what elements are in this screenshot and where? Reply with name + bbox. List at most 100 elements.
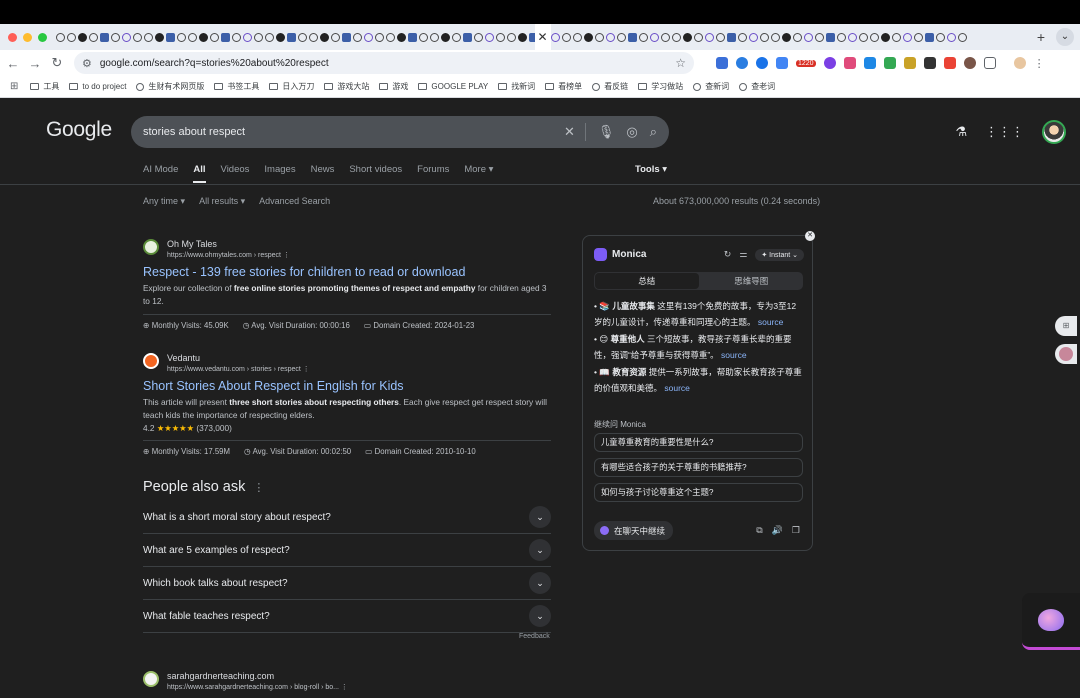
tab-favicon-icon[interactable]: [683, 32, 692, 42]
lens-icon[interactable]: ◎: [626, 124, 637, 140]
account-avatar[interactable]: [1042, 120, 1066, 144]
new-tab-button[interactable]: +: [1030, 29, 1052, 45]
speaker-icon[interactable]: 🔊: [772, 525, 783, 536]
more-options-icon[interactable]: ⋮: [253, 482, 264, 494]
tab-favicon-icon[interactable]: [848, 32, 857, 42]
feedback-link[interactable]: Feedback: [519, 633, 550, 640]
tab-favicon-icon[interactable]: [650, 32, 659, 42]
tab-favicon-icon[interactable]: [121, 32, 131, 42]
tab-favicon-icon[interactable]: [385, 32, 395, 42]
tab-favicon-icon[interactable]: [418, 32, 428, 42]
tab-favicon-icon[interactable]: [694, 32, 703, 42]
follow-up-question[interactable]: 有哪些适合孩子的关于尊重的书籍推荐?: [594, 458, 803, 477]
tab-favicon-icon[interactable]: [220, 32, 230, 42]
clear-search-icon[interactable]: ✕: [564, 124, 575, 140]
result-site[interactable]: Oh My Tales https://www.ohmytales.com › …: [143, 239, 553, 261]
extension-icon[interactable]: [943, 57, 956, 69]
result-title-link[interactable]: Short Stories About Respect in English f…: [143, 379, 553, 393]
tab-favicon-icon[interactable]: [716, 32, 725, 42]
tab-favicon-icon[interactable]: [286, 32, 296, 42]
tab-favicon-icon[interactable]: [639, 32, 648, 42]
tab-favicon-icon[interactable]: [925, 32, 934, 42]
tab-images[interactable]: Images: [264, 164, 295, 175]
tab-favicon-icon[interactable]: [705, 32, 714, 42]
tab-favicon-icon[interactable]: [407, 32, 417, 42]
tab-favicon-icon[interactable]: [88, 32, 98, 42]
tab-favicon-icon[interactable]: [132, 32, 142, 42]
tab-search-button[interactable]: ⌄: [1056, 28, 1074, 46]
tab-favicon-icon[interactable]: [462, 32, 472, 42]
paa-question[interactable]: What is a short moral story about respec…: [143, 501, 551, 534]
chevron-down-icon[interactable]: ⌄: [529, 506, 551, 528]
extension-icon[interactable]: [923, 57, 936, 69]
tab-favicon-icon[interactable]: [66, 32, 76, 42]
extension-icon[interactable]: [843, 57, 856, 69]
bookmark-star-icon[interactable]: ☆: [675, 56, 686, 70]
tab-favicon-icon[interactable]: [484, 32, 494, 42]
site-info-icon[interactable]: ⚙: [82, 57, 92, 70]
reload-button[interactable]: ↻: [46, 55, 68, 71]
tab-favicon-icon[interactable]: [892, 32, 901, 42]
export-icon[interactable]: ⧉: [756, 525, 762, 536]
tab-favicon-icon[interactable]: [749, 32, 758, 42]
tab-favicon-icon[interactable]: [606, 32, 615, 42]
tab-favicon-icon[interactable]: [727, 32, 736, 42]
follow-up-question[interactable]: 如何与孩子讨论尊重这个主题?: [594, 483, 803, 502]
tab-favicon-icon[interactable]: [617, 32, 626, 42]
tab-favicon-icon[interactable]: [264, 32, 274, 42]
tab-short-videos[interactable]: Short videos: [349, 164, 402, 175]
grammarly-extension-icon[interactable]: [756, 57, 768, 69]
extension-icon[interactable]: [963, 57, 976, 69]
tab-favicon-icon[interactable]: [77, 32, 87, 42]
tab-favicon-icon[interactable]: [815, 32, 824, 42]
more-options-icon[interactable]: ⋮: [303, 366, 310, 373]
tab-favicon-icon[interactable]: [837, 32, 846, 42]
tab-favicon-icon[interactable]: [936, 32, 945, 42]
microphone-icon[interactable]: 🎙: [598, 124, 615, 140]
tab-favicon-icon[interactable]: [826, 32, 835, 42]
tab-favicon-icon[interactable]: [793, 32, 802, 42]
pinned-tabs-right[interactable]: [551, 24, 1031, 50]
tab-favicon-icon[interactable]: [914, 32, 923, 42]
url-text[interactable]: google.com/search?q=stories%20about%20re…: [100, 58, 675, 69]
tab-favicon-icon[interactable]: [429, 32, 439, 42]
tab-favicon-icon[interactable]: [319, 32, 329, 42]
labs-flask-icon[interactable]: ⚗: [955, 124, 967, 140]
tab-favicon-icon[interactable]: [738, 32, 747, 42]
bookmark-folder[interactable]: to do project: [69, 82, 126, 91]
monica-extension-icon[interactable]: [823, 57, 836, 69]
tab-news[interactable]: News: [311, 164, 335, 175]
tab-ai-mode[interactable]: AI Mode: [143, 164, 178, 175]
follow-up-question[interactable]: 儿童尊重教育的重要性是什么?: [594, 433, 803, 452]
tab-all[interactable]: All: [193, 164, 206, 183]
more-options-icon[interactable]: ⋮: [283, 252, 290, 259]
tab-summary[interactable]: 总结: [595, 273, 699, 289]
bookmark-folder[interactable]: GOOGLE PLAY: [418, 82, 488, 91]
tab-favicon-icon[interactable]: [363, 32, 373, 42]
close-tab-icon[interactable]: ✕: [537, 30, 547, 44]
extension-icon[interactable]: [903, 57, 916, 69]
apps-grid-icon[interactable]: ⊞: [10, 81, 18, 92]
extension-icon[interactable]: [883, 57, 896, 69]
tab-favicon-icon[interactable]: [440, 32, 450, 42]
tab-favicon-icon[interactable]: [209, 32, 219, 42]
tab-favicon-icon[interactable]: [661, 32, 670, 42]
close-window-button[interactable]: [8, 32, 17, 42]
results-filter[interactable]: All results ▾: [199, 196, 245, 207]
cloud-extension-icon[interactable]: [736, 57, 748, 69]
browser-menu-icon[interactable]: ⋮: [1034, 57, 1045, 70]
tools-button[interactable]: Tools ▾: [635, 164, 667, 175]
settings-sliders-icon[interactable]: ⚌: [739, 249, 747, 260]
bookmark-folder[interactable]: 工具: [30, 81, 59, 92]
paa-question[interactable]: What fable teaches respect? ⌄: [143, 600, 551, 633]
bookmark-folder[interactable]: 找新词: [498, 81, 535, 92]
tab-favicon-icon[interactable]: [308, 32, 318, 42]
bookmark-link[interactable]: 查老词: [739, 81, 775, 92]
tab-favicon-icon[interactable]: [870, 32, 879, 42]
tab-favicon-icon[interactable]: [176, 32, 186, 42]
advanced-search-link[interactable]: Advanced Search: [259, 196, 330, 207]
tab-favicon-icon[interactable]: [154, 32, 164, 42]
chevron-down-icon[interactable]: ⌄: [529, 572, 551, 594]
tab-favicon-icon[interactable]: [760, 32, 769, 42]
translate-tool-icon[interactable]: [1055, 344, 1077, 364]
